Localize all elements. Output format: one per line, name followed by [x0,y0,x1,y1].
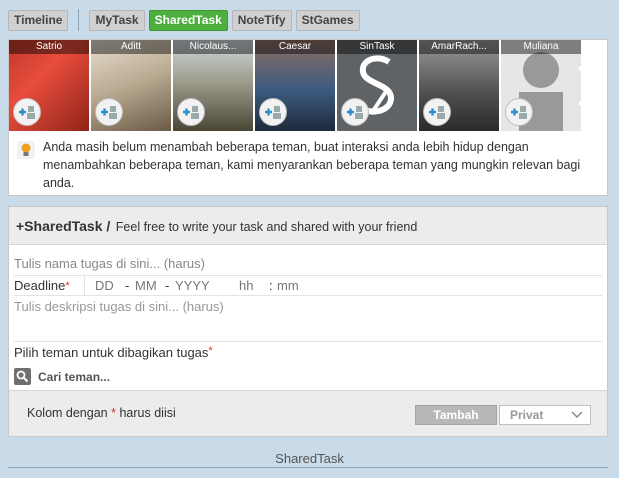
shared-task-form: +SharedTask / Feel free to write your ta… [8,206,608,437]
friend-name: SinTask [337,40,417,54]
date-separator: - [125,278,130,293]
deadline-day-input[interactable]: DD [95,276,125,295]
friend-card[interactable]: AmarRach... [419,40,499,131]
tab-mytask[interactable]: MyTask [89,9,145,31]
bottom-divider [8,467,608,468]
chevron-down-icon [571,411,583,419]
chevron-right-icon[interactable] [567,40,607,131]
task-name-input[interactable]: Tulis nama tugas di sini... (harus) [14,254,602,276]
field-divider [84,276,85,296]
friend-search[interactable]: Cari teman... [14,368,110,385]
friend-name: Caesar [255,40,335,54]
form-title: +SharedTask / [16,218,111,234]
deadline-label: Deadline* [14,278,70,293]
deadline-row: Deadline* DD - MM - YYYY hh : mm [14,276,602,296]
tab-sharedtask[interactable]: SharedTask [148,9,228,31]
suggestion-notice: Anda masih belum menambah beberapa teman… [17,138,601,192]
required-mark: * [111,406,116,420]
friend-name: Nicolaus... [173,40,253,54]
nav-divider [78,9,80,31]
add-friend-icon[interactable] [423,98,451,126]
friend-name: Satrio [9,40,89,54]
notice-text: Anda masih belum menambah beberapa teman… [43,140,581,190]
add-friend-icon[interactable] [177,98,205,126]
add-friend-icon[interactable] [259,98,287,126]
form-header: +SharedTask / Feel free to write your ta… [9,207,607,245]
lightbulb-icon [17,141,35,159]
required-mark: * [65,280,70,292]
friend-card[interactable]: Aditt [91,40,171,131]
deadline-hour-input[interactable]: hh [239,276,269,295]
privacy-select[interactable]: Privat [499,405,591,425]
form-subtitle: Feel free to write your task and shared … [115,220,418,234]
tab-notetify[interactable]: NoteTify [231,9,292,31]
friend-card[interactable]: SinTask [337,40,417,131]
required-note: Kolom dengan * harus diisi [27,406,176,420]
add-task-button[interactable]: Tambah [415,405,497,425]
deadline-minute-input[interactable]: mm [277,276,307,295]
friend-carousel: Satrio Aditt Nicolaus... Caesar SinTask … [9,40,607,131]
friend-card[interactable]: Caesar [255,40,335,131]
deadline-year-input[interactable]: YYYY [175,276,239,295]
task-description-input[interactable]: Tulis deskripsi tugas di sini... (harus) [14,298,602,342]
form-footer: Kolom dengan * harus diisi Tambah Privat [9,390,607,436]
friend-suggestion-panel: Satrio Aditt Nicolaus... Caesar SinTask … [8,39,608,196]
time-separator: : [269,278,273,293]
add-friend-icon[interactable] [13,98,41,126]
bottom-section-label: SharedTask [275,451,344,466]
friend-card[interactable]: Nicolaus... [173,40,253,131]
search-input[interactable]: Cari teman... [38,370,110,384]
add-friend-icon[interactable] [505,98,533,126]
add-friend-icon[interactable] [95,98,123,126]
friend-name: AmarRach... [419,40,499,54]
deadline-month-input[interactable]: MM [135,276,165,295]
privacy-value: Privat [510,408,544,422]
date-separator: - [165,278,170,293]
required-mark: * [208,345,213,357]
tab-timeline[interactable]: Timeline [8,9,69,31]
friend-name: Aditt [91,40,171,54]
share-label: Pilih teman untuk dibagikan tugas* [14,345,213,360]
tab-stgames[interactable]: StGames [295,9,360,31]
search-icon [14,368,31,385]
add-friend-icon[interactable] [341,98,369,126]
friend-card[interactable]: Satrio [9,40,89,131]
top-nav: Timeline MyTask SharedTask NoteTify StGa… [8,9,364,31]
